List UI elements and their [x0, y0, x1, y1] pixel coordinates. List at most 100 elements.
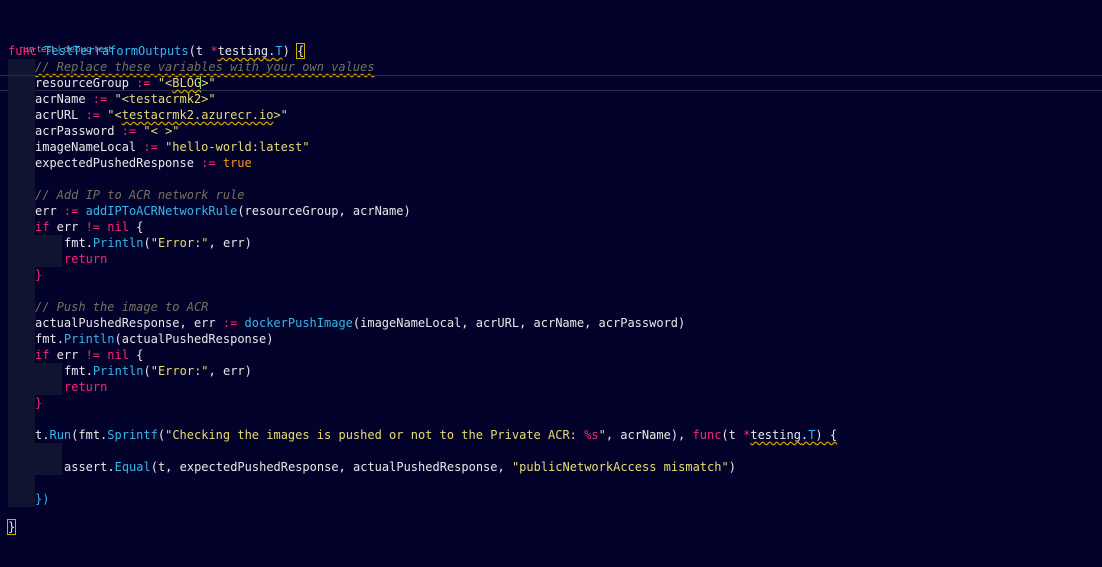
function-call: Println	[92, 364, 144, 378]
indent-guide	[8, 203, 35, 219]
code-line-27[interactable]: assert.Equal(t, expectedPushedResponse, …	[0, 459, 1102, 475]
code-line-17[interactable]: // Push the image to ACR	[0, 299, 1102, 315]
assign-op: :=	[136, 140, 166, 154]
code-text: // Push the image to ACR	[35, 299, 208, 315]
dot: .	[85, 364, 93, 378]
identifier: err	[49, 348, 86, 362]
args: (imageNameLocal, acrURL, acrName, acrPas…	[352, 316, 686, 330]
brace: {	[136, 348, 144, 362]
indent-guide	[8, 187, 35, 203]
args: , err)	[208, 364, 252, 378]
paren: (	[157, 428, 166, 442]
code-line-29[interactable]: })	[0, 491, 1102, 507]
function-call: Equal	[114, 460, 151, 474]
code-editor[interactable]: run test | debug test func TestTerraform…	[0, 0, 1102, 565]
string: "<	[157, 76, 173, 90]
code-line-14[interactable]: return	[0, 251, 1102, 267]
code-line-24[interactable]	[0, 411, 1102, 427]
indent-guide	[8, 155, 35, 171]
code-line-23[interactable]: }	[0, 395, 1102, 411]
indent-guide	[8, 299, 35, 315]
assign-op: :=	[215, 316, 245, 330]
code-line-25[interactable]: t.Run(fmt.Sprintf("Checking the images i…	[0, 427, 1102, 443]
params: (t	[721, 428, 744, 442]
assign-op: :=	[114, 124, 144, 138]
code-line-2[interactable]: // Replace these variables with your own…	[0, 59, 1102, 75]
indent-guide	[35, 443, 62, 459]
pointer-op: *	[210, 44, 218, 58]
code-line-22[interactable]: return	[0, 379, 1102, 395]
identifier: acrURL	[35, 108, 79, 122]
code-text: })	[35, 491, 49, 507]
function-name: TestTerraformOutputs	[44, 44, 189, 58]
package: assert	[64, 460, 108, 474]
code-line-20[interactable]: if err != nil {	[0, 347, 1102, 363]
indent-guide	[8, 107, 35, 123]
indent-guide	[35, 251, 62, 267]
identifier: imageNameLocal	[35, 140, 137, 154]
identifier: acrPassword	[35, 124, 115, 138]
code-text: if err != nil {	[35, 219, 143, 235]
args: , err)	[208, 236, 252, 250]
code-line-1[interactable]: func TestTerraformOutputs(t *testing.T) …	[0, 43, 1102, 59]
code-line-18[interactable]: actualPushedResponse, err := dockerPushI…	[0, 315, 1102, 331]
indent-guide	[8, 411, 35, 427]
keyword-func: func	[692, 428, 722, 442]
code-line-16[interactable]	[0, 283, 1102, 299]
code-line-15[interactable]: }	[0, 267, 1102, 283]
identifier: acrName	[35, 92, 86, 106]
string: "<testacrmk2>"	[114, 92, 216, 106]
identifier: err	[49, 220, 86, 234]
code-text: // Replace these variables with your own…	[35, 59, 375, 75]
package-testing: testing	[217, 44, 269, 58]
code-line-6[interactable]: acrPassword := "< >"	[0, 123, 1102, 139]
indent-guide	[35, 235, 62, 251]
identifier: actualPushedResponse, err	[35, 316, 216, 330]
string: "Error:"	[150, 236, 209, 250]
string: "publicNetworkAccess mismatch"	[511, 460, 729, 474]
string: "hello-world:latest"	[165, 140, 310, 154]
code-line-9[interactable]	[0, 171, 1102, 187]
package: fmt	[35, 332, 57, 346]
code-text: if err != nil {	[35, 347, 143, 363]
code-line-3-current[interactable]: resourceGroup := "<BLOG>"	[0, 75, 1102, 92]
code-line-4[interactable]: acrName := "<testacrmk2>"	[0, 91, 1102, 107]
code-text: t.Run(fmt.Sprintf("Checking the images i…	[35, 427, 837, 443]
assign-op: :=	[78, 108, 108, 122]
keyword-nil: nil	[100, 220, 137, 234]
package-testing: testing	[750, 428, 801, 442]
identifier: resourceGroup	[35, 76, 129, 90]
code-line-13[interactable]: fmt.Println("Error:", err)	[0, 235, 1102, 251]
keyword-func: func	[8, 44, 37, 58]
indent-guide	[8, 427, 35, 443]
code-line-7[interactable]: imageNameLocal := "hello-world:latest"	[0, 139, 1102, 155]
indent-guide	[8, 491, 35, 507]
args: , acrName),	[605, 428, 693, 442]
code-line-21[interactable]: fmt.Println("Error:", err)	[0, 363, 1102, 379]
code-line-28[interactable]	[0, 475, 1102, 491]
dot: .	[107, 460, 115, 474]
dot: .	[85, 236, 93, 250]
indent-guide	[8, 251, 35, 267]
code-line-5[interactable]: acrURL := "<testacrmk2.azurecr.io>"	[0, 107, 1102, 123]
params: (t	[188, 44, 211, 58]
code-text: // Add IP to ACR network rule	[35, 187, 245, 203]
brace: }	[35, 396, 43, 410]
code-line-12[interactable]: if err != nil {	[0, 219, 1102, 235]
code-line-10[interactable]: // Add IP to ACR network rule	[0, 187, 1102, 203]
code-line-31[interactable]: }	[0, 519, 1102, 535]
boolean: true	[222, 156, 252, 170]
string: "Error:"	[150, 364, 209, 378]
string: "Checking the images is pushed or not to…	[165, 428, 585, 442]
code-text: fmt.Println("Error:", err)	[64, 235, 252, 251]
code-line-19[interactable]: fmt.Println(actualPushedResponse)	[0, 331, 1102, 347]
args: (resourceGroup, acrName)	[237, 204, 411, 218]
code-line-11[interactable]: err := addIPToACRNetworkRule(resourceGro…	[0, 203, 1102, 219]
indent-guide	[8, 171, 35, 187]
assign-op: :=	[85, 92, 115, 106]
code-text: fmt.Println("Error:", err)	[64, 363, 252, 379]
code-text: fmt.Println(actualPushedResponse)	[35, 331, 273, 347]
code-line-8[interactable]: expectedPushedResponse := true	[0, 155, 1102, 171]
indent-guide	[8, 139, 35, 155]
code-line-26[interactable]	[0, 443, 1102, 459]
